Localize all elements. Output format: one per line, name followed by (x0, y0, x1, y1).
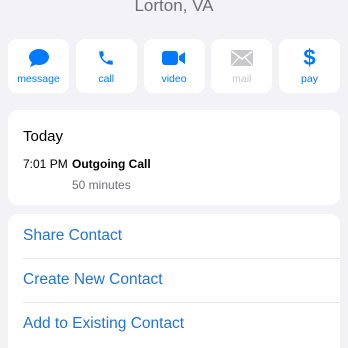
message-button[interactable]: message (8, 39, 69, 93)
video-camera-icon (162, 48, 186, 68)
mail-button[interactable]: mail (211, 39, 273, 93)
video-button[interactable]: video (143, 39, 205, 93)
call-duration: 50 minutes (72, 178, 131, 192)
call-label: call (98, 73, 115, 85)
video-label: video (161, 73, 187, 85)
call-history-card: Today 7:01 PM Outgoing Call 50 minutes (8, 110, 340, 205)
pay-label: pay (301, 73, 318, 85)
contact-actions-menu: Share Contact Create New Contact Add to … (8, 214, 340, 348)
call-time: 7:01 PM (23, 157, 68, 171)
history-day-heading: Today (23, 128, 64, 145)
pay-button[interactable]: $ pay (279, 39, 340, 93)
message-bubble-icon (28, 48, 50, 68)
contact-location: Lorton, VA (134, 0, 214, 15)
call-type: Outgoing Call (72, 157, 151, 171)
message-label: message (17, 73, 60, 85)
add-to-existing-contact-button[interactable]: Add to Existing Contact (8, 302, 340, 346)
call-button[interactable]: call (75, 39, 137, 93)
dollar-sign-icon: $ (303, 45, 316, 70)
mail-label: mail (232, 73, 252, 85)
phone-icon (97, 48, 115, 68)
action-bar: message call video mail $ pay (8, 39, 340, 93)
share-contact-button[interactable]: Share Contact (8, 214, 340, 258)
envelope-icon (230, 48, 253, 68)
create-new-contact-button[interactable]: Create New Contact (8, 258, 340, 302)
